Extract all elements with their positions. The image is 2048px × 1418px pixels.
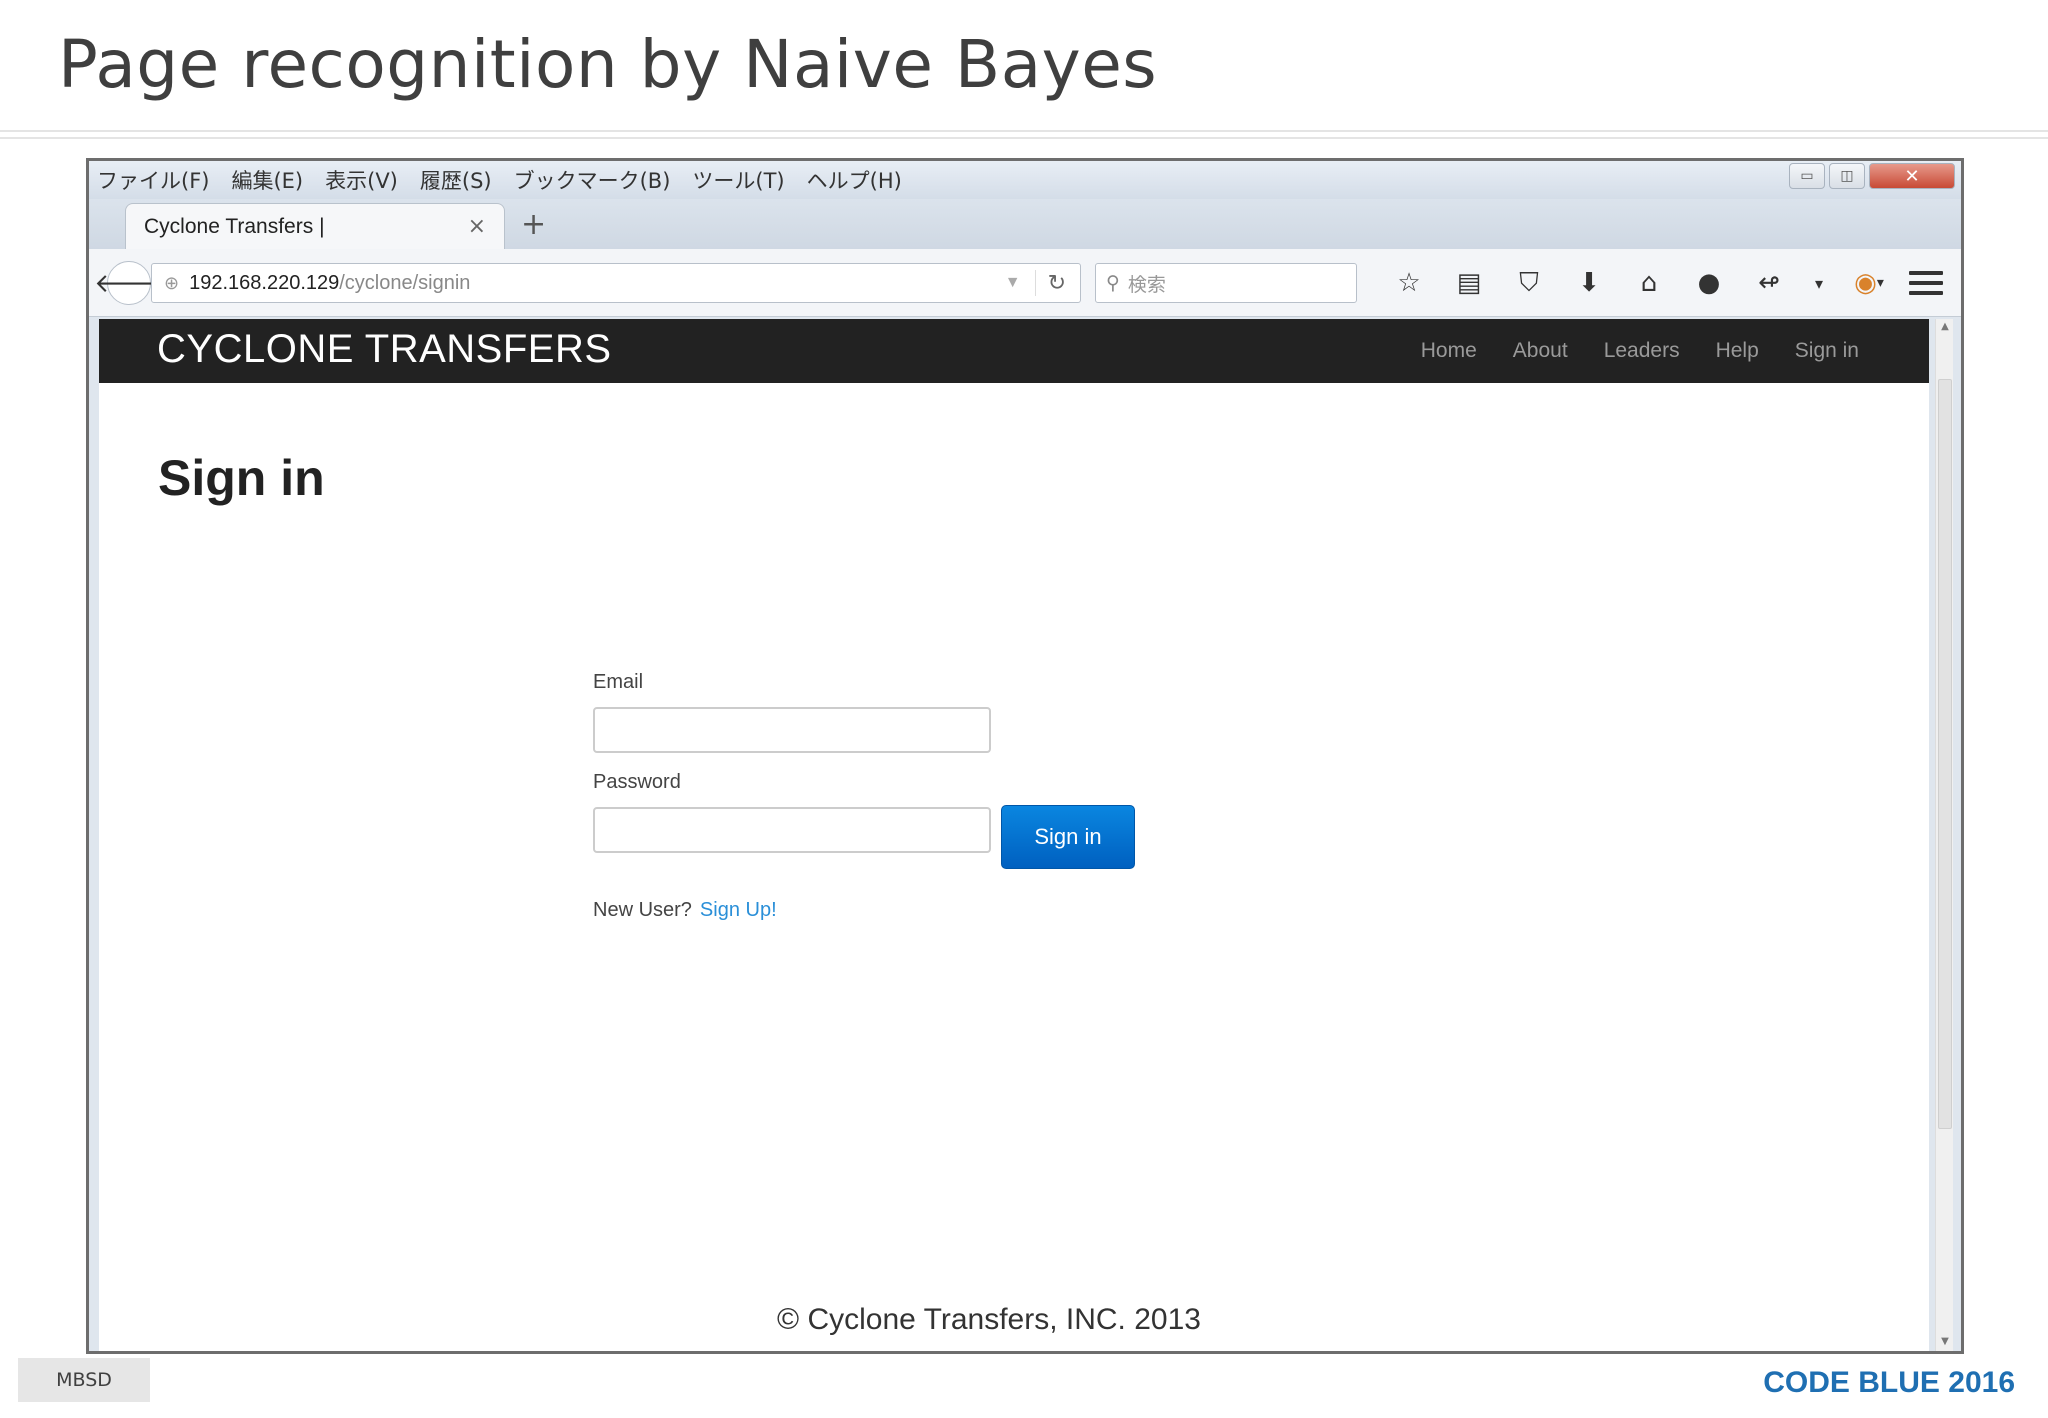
chat-icon[interactable]: ●: [1679, 263, 1739, 303]
menu-tools[interactable]: ツール(T): [692, 165, 784, 195]
url-host: 192.168.220.129: [189, 271, 340, 294]
nav-about[interactable]: About: [1513, 339, 1568, 363]
email-field[interactable]: [593, 707, 991, 753]
site-nav: Home About Leaders Help Sign in: [1421, 339, 1859, 363]
star-icon[interactable]: ☆: [1379, 263, 1439, 303]
tab-title: Cyclone Transfers |: [144, 214, 325, 238]
page-scrollbar[interactable]: ▲ ▼: [1935, 319, 1953, 1351]
clipboard-icon[interactable]: ▤: [1439, 263, 1499, 303]
scroll-down-icon[interactable]: ▼: [1938, 1336, 1952, 1351]
sign-in-button[interactable]: Sign in: [1001, 805, 1135, 869]
browser-window: ファイル(F) 編集(E) 表示(V) 履歴(S) ブックマーク(B) ツール(…: [86, 158, 1964, 1354]
browser-toolbar: ☆ ▤ ⛉ ⬇ ⌂ ● ↫ ▾ ◉ ▾: [1379, 263, 1899, 303]
menu-bookmarks[interactable]: ブックマーク(B): [514, 165, 671, 195]
nav-leaders[interactable]: Leaders: [1604, 339, 1680, 363]
nav-home[interactable]: Home: [1421, 339, 1477, 363]
share-icon[interactable]: ↫: [1739, 263, 1799, 303]
password-label: Password: [593, 771, 681, 793]
tab-close-icon[interactable]: ×: [468, 214, 486, 239]
home-icon[interactable]: ⌂: [1619, 263, 1679, 303]
close-window-button[interactable]: ✕: [1869, 163, 1955, 189]
page-viewport: CYCLONE TRANSFERS Home About Leaders Hel…: [99, 319, 1929, 1351]
footer-copyright: © Cyclone Transfers, INC. 2013: [777, 1303, 1201, 1336]
search-placeholder: 検索: [1127, 273, 1166, 296]
window-controls: ▭ ◫ ✕: [1789, 163, 1955, 189]
search-input[interactable]: ⚲ 検索: [1095, 263, 1357, 303]
email-label: Email: [593, 671, 644, 693]
new-tab-icon[interactable]: +: [521, 207, 546, 242]
download-icon[interactable]: ⬇: [1559, 263, 1619, 303]
url-bar[interactable]: ⊕ 192.168.220.129 /cyclone/signin ▼ ↻: [151, 263, 1081, 303]
avatar-icon[interactable]: ◉ ▾: [1839, 263, 1899, 303]
title-divider: [0, 130, 2048, 139]
url-dropdown-icon[interactable]: ▼: [1005, 274, 1021, 292]
new-user-prompt: New User? Sign Up!: [593, 899, 777, 922]
sign-up-link[interactable]: Sign Up!: [700, 899, 777, 921]
browser-navbar: 🡐 ⊕ 192.168.220.129 /cyclone/signin ▼ ↻ …: [89, 249, 1961, 317]
pocket-icon[interactable]: ⛉: [1499, 263, 1559, 303]
new-user-text: New User?: [593, 899, 692, 921]
menu-file[interactable]: ファイル(F): [97, 165, 209, 195]
nav-sign-in[interactable]: Sign in: [1795, 339, 1859, 363]
url-path: /cyclone/signin: [339, 271, 471, 294]
password-field[interactable]: [593, 807, 991, 853]
scroll-up-icon[interactable]: ▲: [1938, 321, 1952, 337]
footer-brand: CODE BLUE 2016: [1763, 1366, 2015, 1399]
search-icon: ⚲: [1106, 272, 1120, 294]
site-brand[interactable]: CYCLONE TRANSFERS: [157, 327, 612, 372]
scroll-thumb[interactable]: [1938, 379, 1952, 1129]
browser-titlebar: ファイル(F) 編集(E) 表示(V) 履歴(S) ブックマーク(B) ツール(…: [89, 161, 1961, 199]
footer-badge: MBSD: [18, 1358, 150, 1402]
tab-strip: Cyclone Transfers | × +: [89, 199, 1961, 249]
slide-title: Page recognition by Naive Bayes: [58, 26, 1158, 103]
site-header: CYCLONE TRANSFERS Home About Leaders Hel…: [99, 319, 1929, 383]
page-title: Sign in: [158, 450, 325, 506]
hamburger-menu-icon[interactable]: [1909, 265, 1943, 301]
menu-edit[interactable]: 編集(E): [231, 165, 303, 195]
dropdown-icon[interactable]: ▾: [1799, 263, 1839, 303]
reload-icon[interactable]: ↻: [1034, 270, 1066, 296]
menu-history[interactable]: 履歴(S): [420, 165, 492, 195]
menu-help[interactable]: ヘルプ(H): [807, 165, 902, 195]
back-arrow-icon[interactable]: 🡐: [94, 261, 164, 305]
menu-view[interactable]: 表示(V): [325, 165, 398, 195]
maximize-button[interactable]: ◫: [1829, 163, 1865, 189]
tab-cyclone-transfers[interactable]: Cyclone Transfers | ×: [125, 203, 505, 249]
minimize-button[interactable]: ▭: [1789, 163, 1825, 189]
globe-icon: ⊕: [164, 272, 180, 293]
nav-help[interactable]: Help: [1716, 339, 1759, 363]
browser-menubar: ファイル(F) 編集(E) 表示(V) 履歴(S) ブックマーク(B) ツール(…: [97, 165, 902, 195]
